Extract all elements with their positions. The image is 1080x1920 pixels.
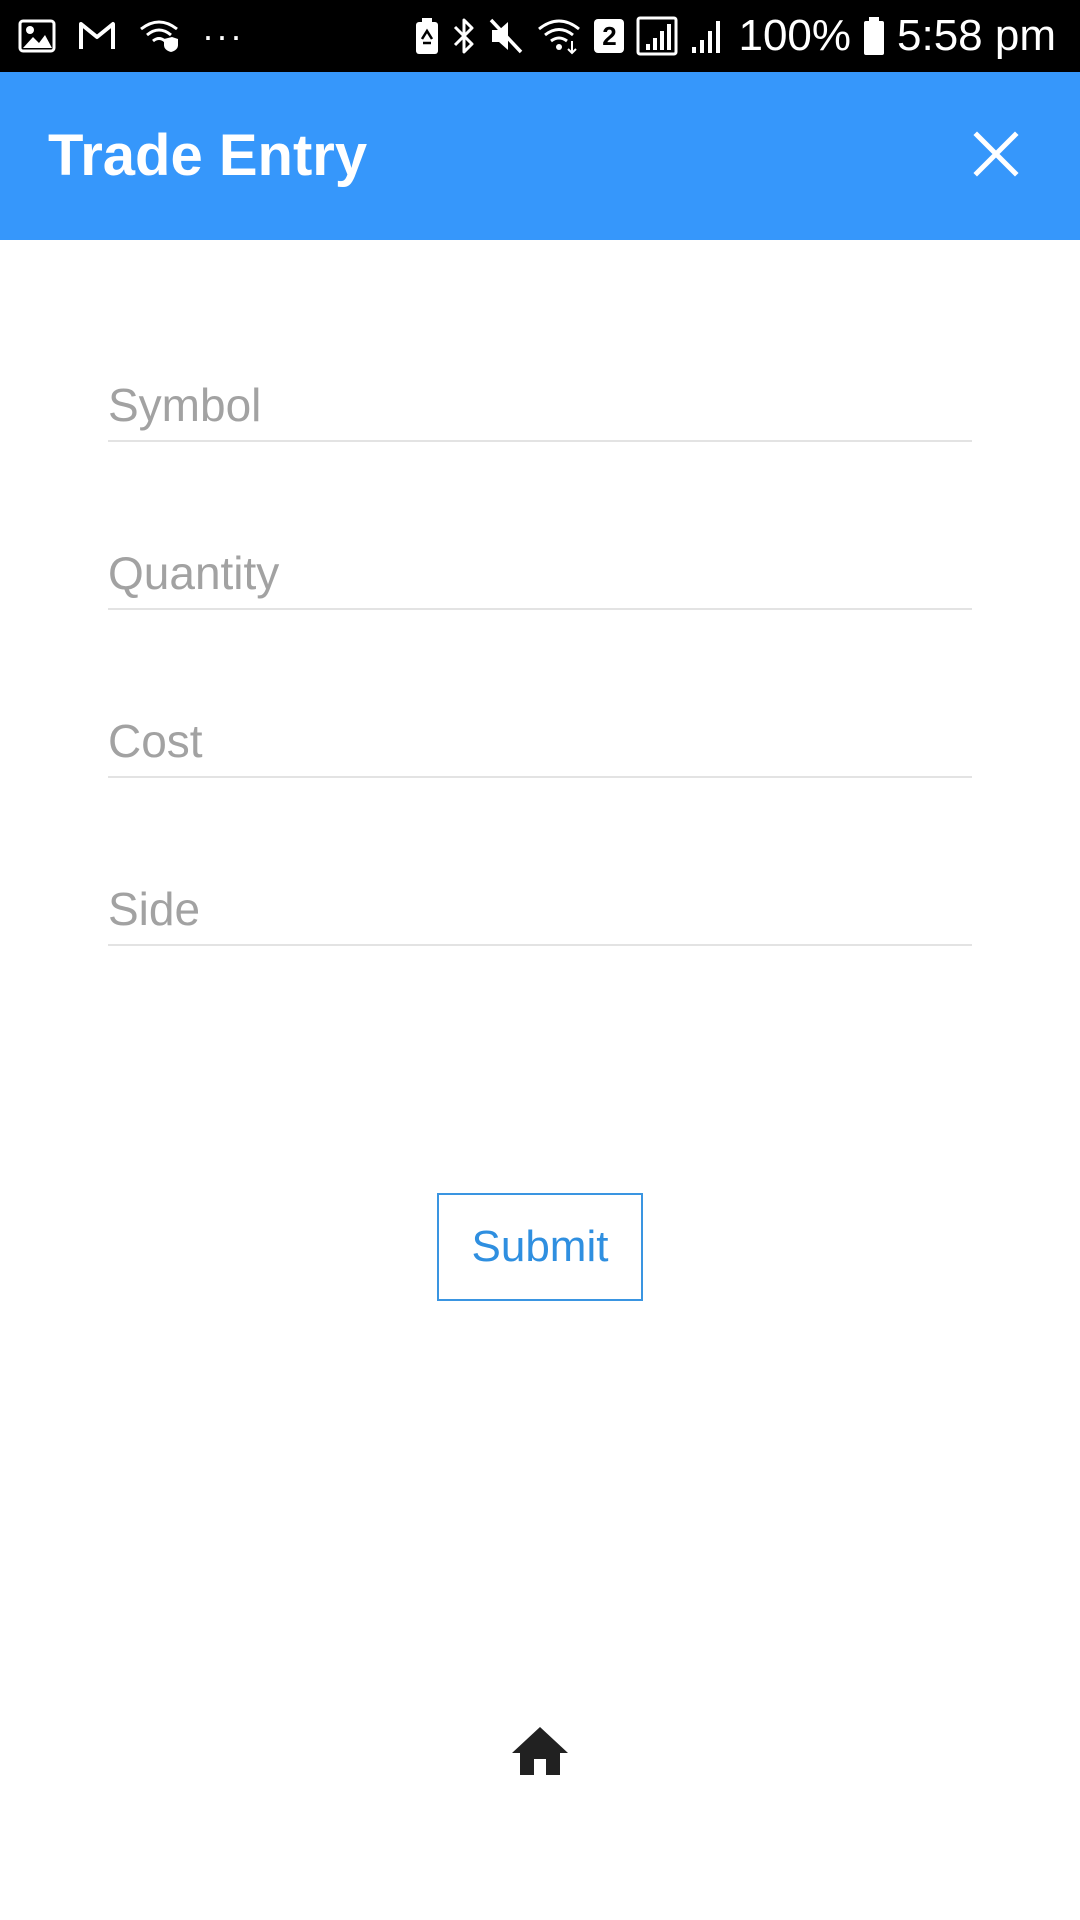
signal-sim1-icon xyxy=(636,16,678,56)
home-icon xyxy=(510,1725,570,1777)
sim-slot-badge: 2 xyxy=(594,19,625,53)
home-button[interactable] xyxy=(506,1720,574,1782)
bluetooth-icon xyxy=(452,17,476,55)
side-field-container xyxy=(108,874,972,946)
quantity-input[interactable] xyxy=(108,538,972,608)
quantity-field-container xyxy=(108,538,972,610)
page-title: Trade Entry xyxy=(48,123,368,188)
clock: 5:58 pm xyxy=(897,11,1056,60)
side-input[interactable] xyxy=(108,874,972,944)
battery-icon xyxy=(863,16,885,56)
gallery-icon xyxy=(18,19,56,53)
submit-button[interactable]: Submit xyxy=(437,1193,643,1301)
close-icon xyxy=(973,131,1019,177)
app-bar: Trade Entry xyxy=(0,72,1080,240)
status-bar-notifications: ··· xyxy=(18,0,244,72)
battery-percent: 100% xyxy=(738,11,852,60)
signal-sim2-icon xyxy=(690,17,726,55)
close-button[interactable] xyxy=(960,118,1032,190)
battery-saver-icon xyxy=(414,17,440,55)
status-bar-system: 2 100% 5:58 pm xyxy=(414,0,1056,72)
wifi-secure-icon xyxy=(138,19,180,53)
symbol-field-container xyxy=(108,370,972,442)
cost-field-container xyxy=(108,706,972,778)
wifi-icon xyxy=(536,17,582,55)
symbol-input[interactable] xyxy=(108,370,972,440)
more-notifications: ··· xyxy=(202,15,244,56)
cost-input[interactable] xyxy=(108,706,972,776)
mute-icon xyxy=(488,17,524,55)
status-bar: ··· 2 100% 5:58 pm xyxy=(0,0,1080,72)
gmail-icon xyxy=(78,21,116,51)
